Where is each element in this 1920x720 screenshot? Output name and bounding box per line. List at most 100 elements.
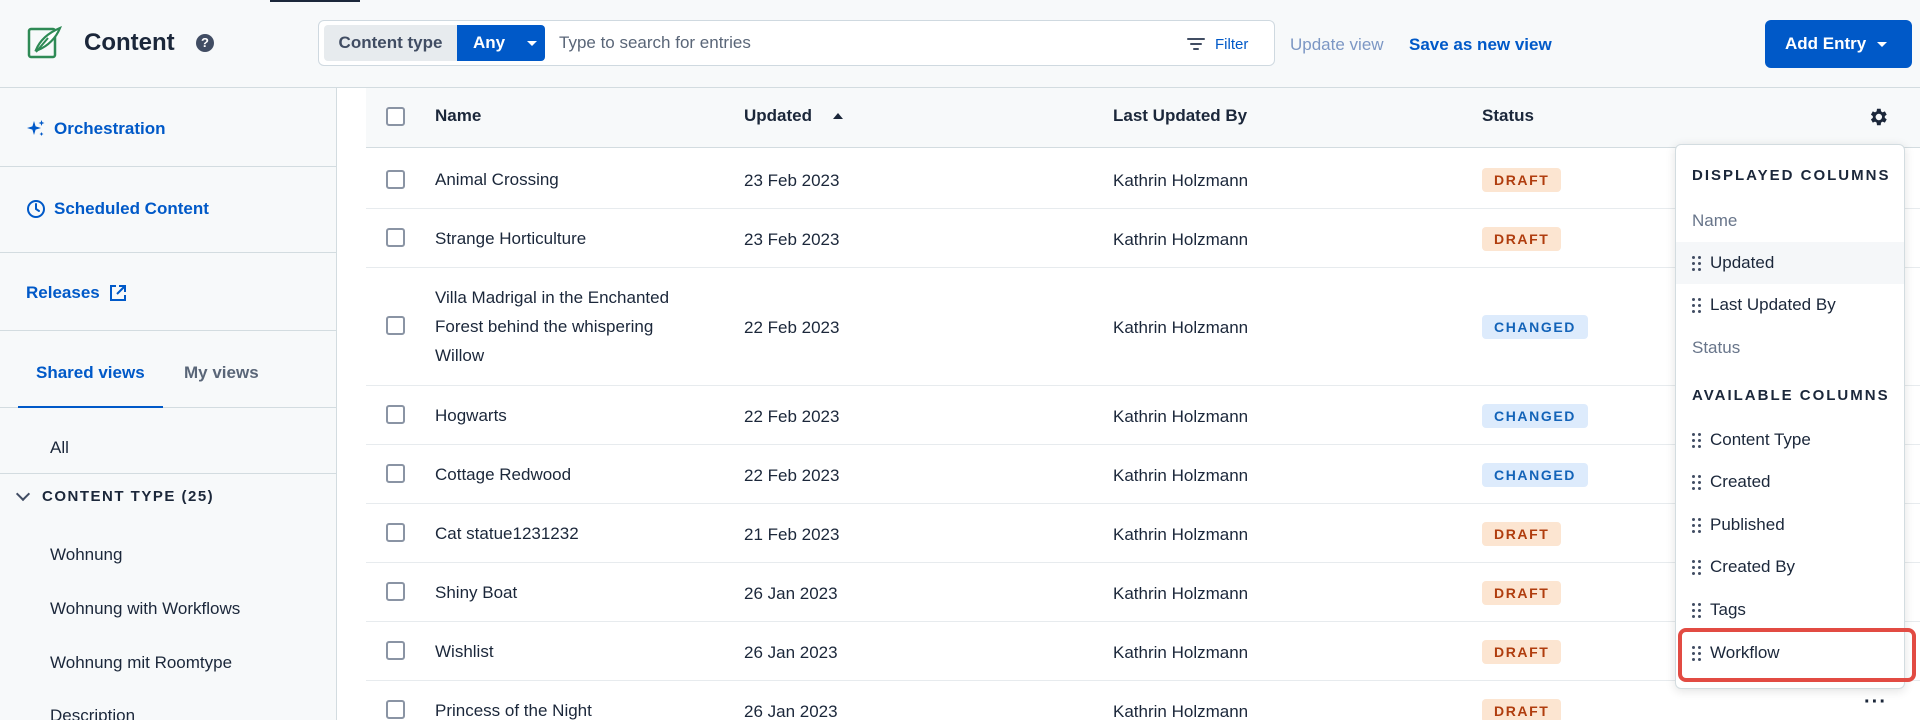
view-content-type[interactable]: Wohnung with Workflows [50, 599, 240, 619]
more-actions-icon[interactable]: ··· [1864, 691, 1887, 714]
content-type-select[interactable]: Any [457, 25, 545, 61]
search-bar: Content type Any Filter [318, 20, 1275, 66]
entry-name[interactable]: Cottage Redwood [435, 460, 685, 489]
entry-name[interactable]: Princess of the Night [435, 696, 685, 720]
search-input[interactable] [559, 27, 1159, 59]
divider [0, 330, 337, 331]
entry-updated-by: Kathrin Holzmann [1113, 525, 1249, 544]
column-option-name: Name [1692, 211, 1738, 230]
entry-updated: 21 Feb 2023 [744, 525, 840, 544]
row-checkbox[interactable] [386, 582, 405, 601]
status-badge: CHANGED [1482, 315, 1588, 339]
sidebar-link-scheduled-content[interactable]: Scheduled Content [26, 166, 337, 252]
entry-name[interactable]: Cat statue1231232 [435, 519, 685, 548]
drag-handle-icon[interactable] [1692, 559, 1702, 575]
tab-my-views[interactable]: My views [184, 338, 259, 408]
view-content-type[interactable]: Wohnung [50, 545, 122, 565]
drag-handle-icon[interactable] [1692, 297, 1702, 313]
column-option-published[interactable]: Published [1676, 504, 1904, 546]
column-option-content-type[interactable]: Content Type [1676, 419, 1904, 461]
entry-updated-by: Kathrin Holzmann [1113, 584, 1249, 603]
drag-handle-icon[interactable] [1692, 517, 1702, 533]
column-option-label: Content Type [1710, 430, 1811, 449]
entry-updated-by: Kathrin Holzmann [1113, 171, 1249, 190]
save-as-new-view-link[interactable]: Save as new view [1409, 35, 1552, 55]
column-option-tags[interactable]: Tags [1676, 589, 1904, 631]
sidebar-link-orchestration[interactable]: Orchestration [26, 88, 337, 170]
select-all-checkbox[interactable] [386, 107, 405, 126]
view-content-type[interactable]: Wohnung mit Roomtype [50, 653, 232, 673]
entry-name[interactable]: Wishlist [435, 637, 685, 666]
drag-handle-icon[interactable] [1692, 255, 1702, 271]
entry-name[interactable]: Villa Madrigal in the Enchanted Forest b… [435, 283, 685, 370]
column-header-name[interactable]: Name [435, 88, 481, 144]
entry-name[interactable]: Hogwarts [435, 401, 685, 430]
column-header-last-updated-by[interactable]: Last Updated By [1113, 88, 1247, 144]
sidebar-link-label: Scheduled Content [54, 199, 209, 218]
sidebar-link-label: Releases [26, 283, 100, 302]
entry-name[interactable]: Shiny Boat [435, 578, 685, 607]
status-badge: DRAFT [1482, 168, 1562, 192]
filter-label: Filter [1215, 35, 1249, 53]
content-type-value: Any [473, 33, 506, 52]
column-option-label: Last Updated By [1710, 295, 1836, 314]
add-entry-label: Add Entry [1785, 34, 1867, 53]
column-option-created-by[interactable]: Created By [1676, 546, 1904, 588]
content-type-section-label: CONTENT TYPE (25) [42, 488, 215, 505]
column-option-created[interactable]: Created [1676, 461, 1904, 503]
add-entry-button[interactable]: Add Entry [1765, 20, 1912, 68]
divider [0, 473, 337, 474]
row-checkbox[interactable] [386, 523, 405, 542]
entry-updated: 22 Feb 2023 [744, 407, 840, 426]
column-option-workflow[interactable]: Workflow [1676, 632, 1904, 674]
entry-updated-by: Kathrin Holzmann [1113, 466, 1249, 485]
sidebar-link-releases[interactable]: Releases [26, 252, 337, 334]
column-option-label: Tags [1710, 600, 1746, 619]
column-settings-popover: DISPLAYED COLUMNS Name Updated Last Upda… [1675, 144, 1905, 689]
sidebar-link-label: Orchestration [54, 119, 166, 138]
status-badge: DRAFT [1482, 581, 1562, 605]
entry-updated-by: Kathrin Holzmann [1113, 407, 1249, 426]
entry-updated: 22 Feb 2023 [744, 466, 840, 485]
tab-shared-views[interactable]: Shared views [18, 338, 163, 408]
status-badge: CHANGED [1482, 463, 1588, 487]
drag-handle-icon[interactable] [1692, 474, 1702, 490]
sidebar: Orchestration Scheduled Content Releases… [0, 88, 337, 720]
view-all[interactable]: All [50, 438, 69, 458]
column-option-last-updated-by[interactable]: Last Updated By [1676, 284, 1904, 326]
entry-updated: 23 Feb 2023 [744, 230, 840, 249]
filter-button[interactable]: Filter [1187, 29, 1248, 59]
clock-icon [27, 200, 45, 218]
help-icon[interactable]: ? [196, 34, 214, 52]
status-badge: DRAFT [1482, 227, 1562, 251]
entry-updated-by: Kathrin Holzmann [1113, 230, 1249, 249]
update-view-link[interactable]: Update view [1290, 35, 1384, 55]
column-option-label: Updated [1710, 253, 1775, 272]
entry-updated-by: Kathrin Holzmann [1113, 318, 1249, 337]
drag-handle-icon[interactable] [1692, 602, 1702, 618]
column-option-label: Workflow [1710, 643, 1780, 662]
drag-handle-icon[interactable] [1692, 432, 1702, 448]
filter-icon [1187, 37, 1205, 51]
row-checkbox[interactable] [386, 464, 405, 483]
column-header-status[interactable]: Status [1482, 88, 1534, 144]
caret-down-icon [1877, 42, 1887, 47]
gear-icon[interactable] [1867, 106, 1889, 128]
view-content-type[interactable]: Description [50, 706, 135, 720]
column-header-updated[interactable]: Updated [744, 88, 812, 144]
entry-name[interactable]: Animal Crossing [435, 165, 685, 194]
drag-handle-icon[interactable] [1692, 645, 1702, 661]
row-checkbox[interactable] [386, 228, 405, 247]
row-checkbox[interactable] [386, 405, 405, 424]
column-option-updated[interactable]: Updated [1676, 242, 1904, 284]
row-checkbox[interactable] [386, 170, 405, 189]
entry-updated: 26 Jan 2023 [744, 702, 838, 720]
row-checkbox[interactable] [386, 316, 405, 335]
available-columns-heading: AVAILABLE COLUMNS [1692, 387, 1890, 404]
row-checkbox[interactable] [386, 700, 405, 719]
content-type-label: Content type [324, 25, 457, 61]
entry-updated: 26 Jan 2023 [744, 584, 838, 603]
row-checkbox[interactable] [386, 641, 405, 660]
entry-name[interactable]: Strange Horticulture [435, 224, 685, 253]
content-type-section-toggle[interactable]: CONTENT TYPE (25) [14, 486, 215, 505]
